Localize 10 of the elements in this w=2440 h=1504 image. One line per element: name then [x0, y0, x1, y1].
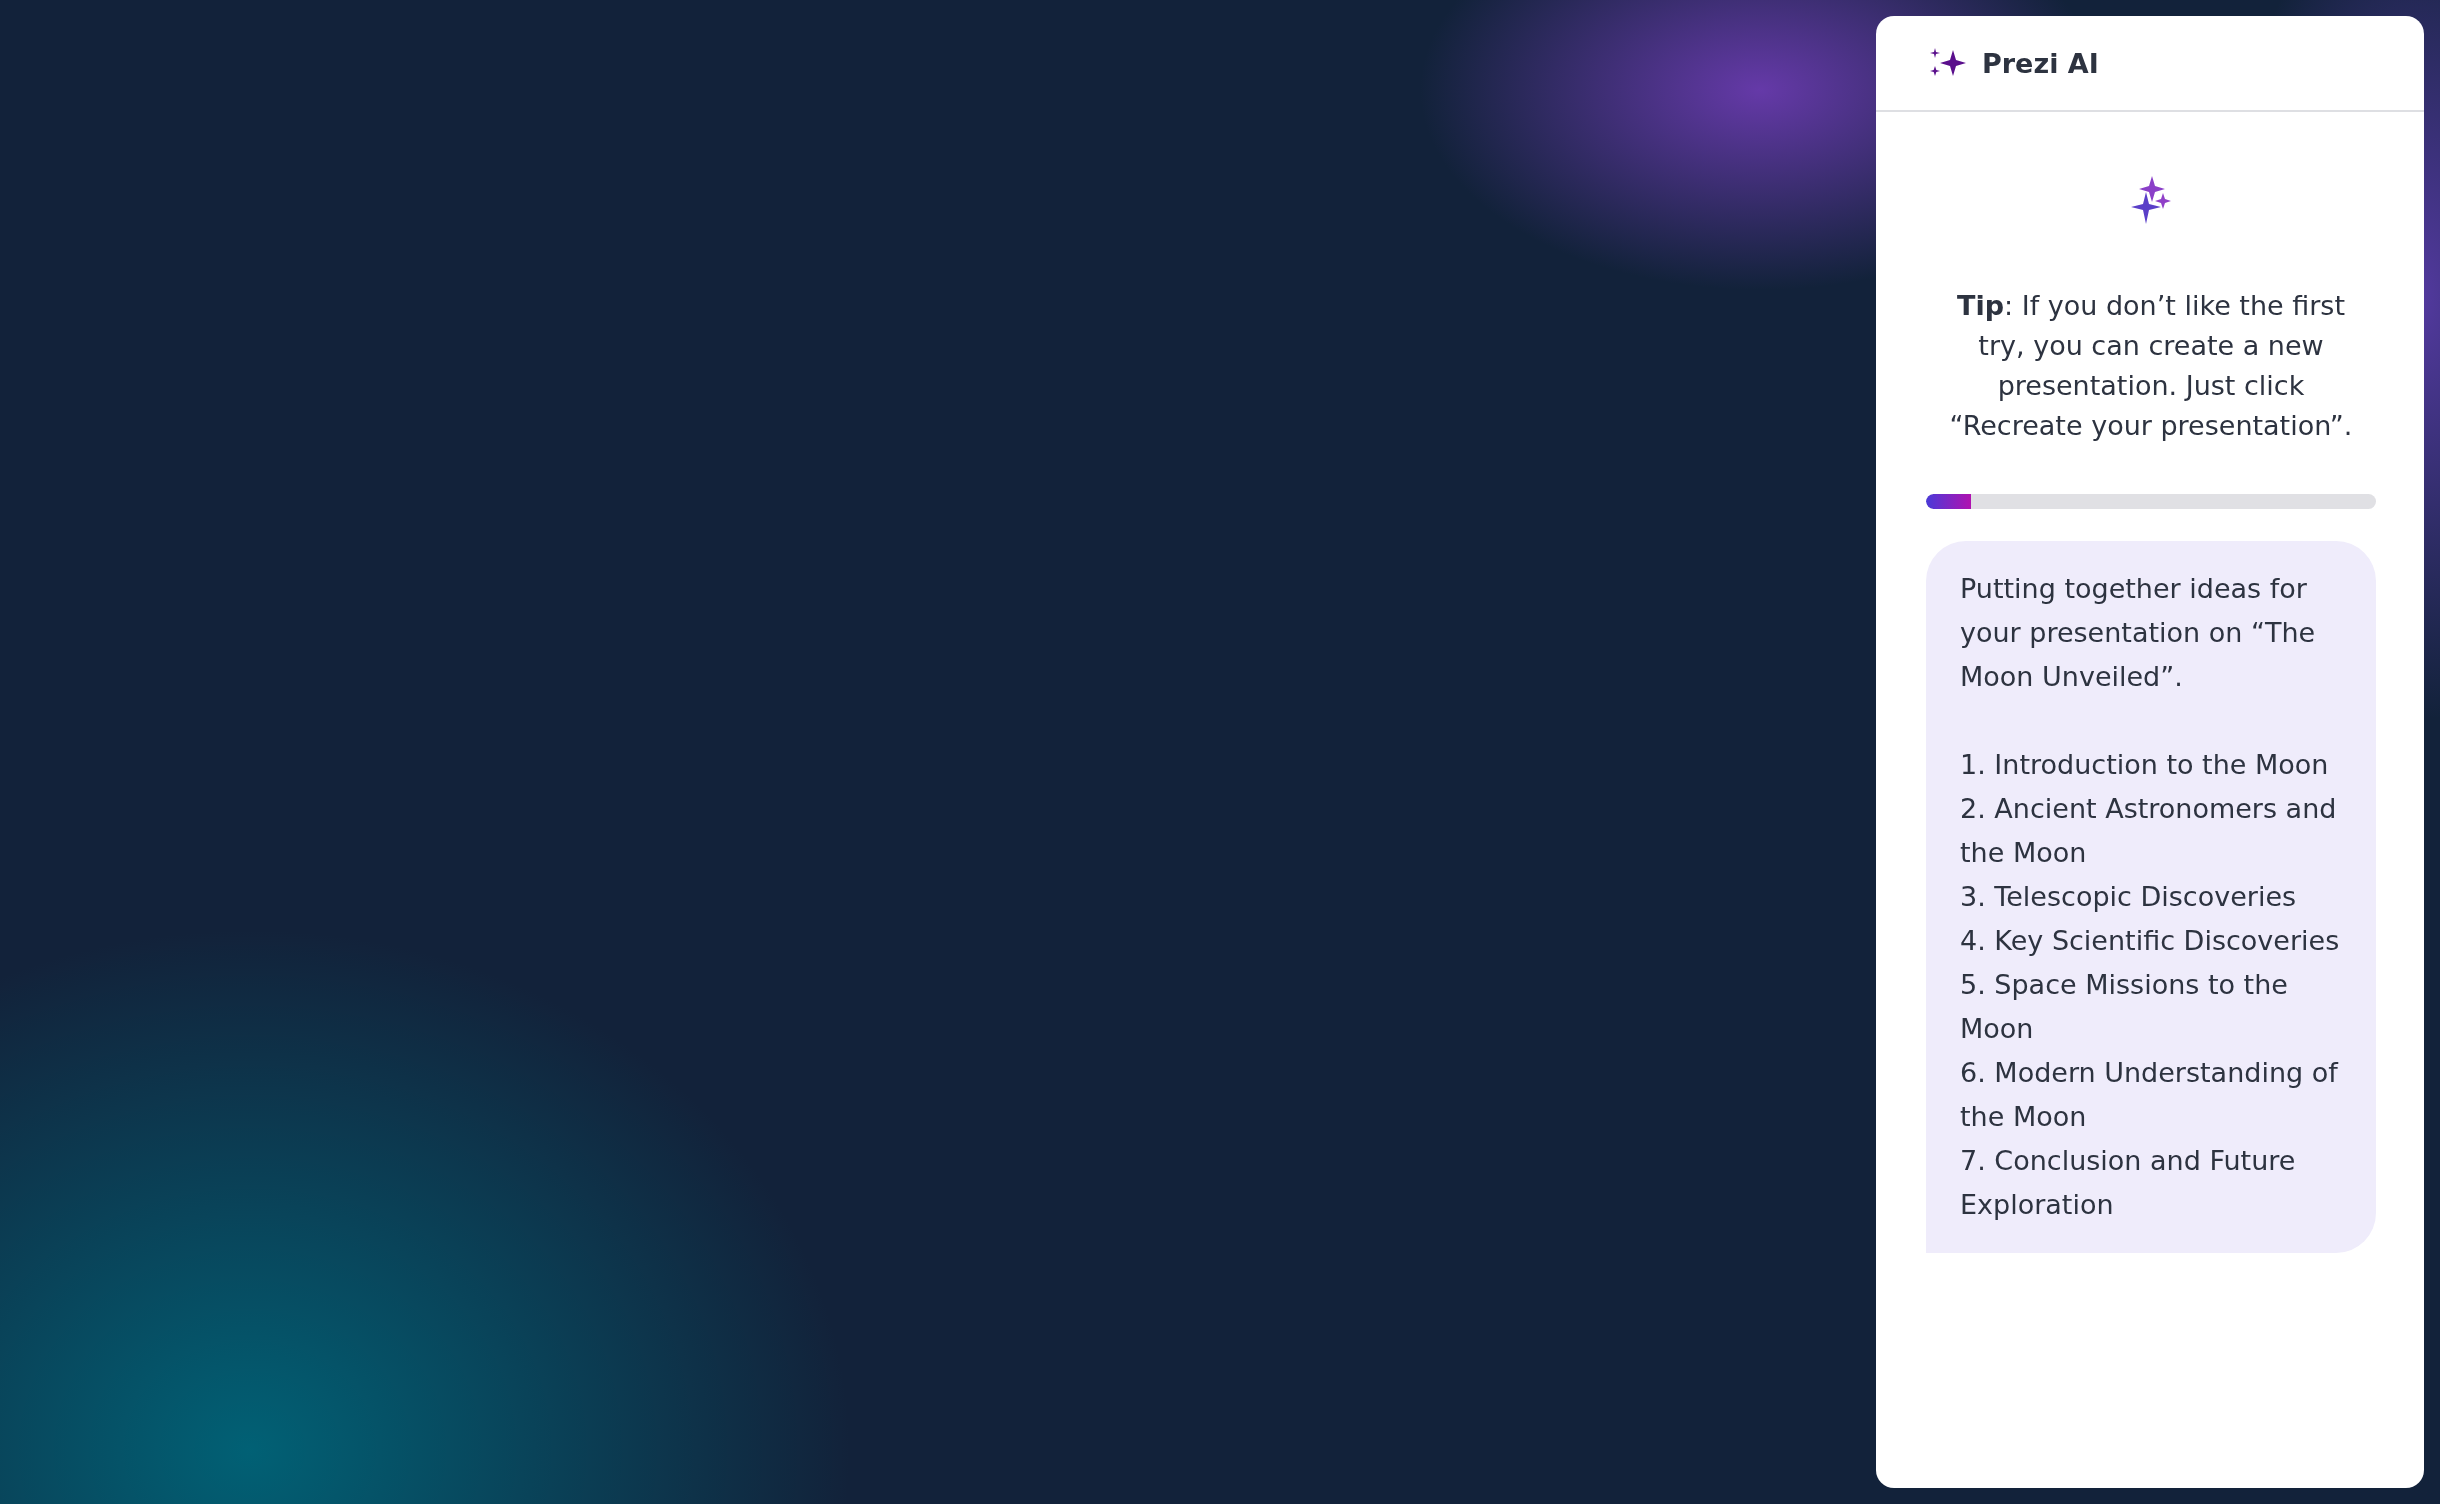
panel-title: Prezi AI [1982, 47, 2099, 79]
outline-item: 6. Modern Understanding of the Moon [1960, 1056, 2340, 1134]
outline-item: 5. Space Missions to the Moon [1960, 968, 2289, 1046]
message-text: Putting together ideas for your presentation on “The Moon Unveiled”. [1960, 572, 2317, 694]
tip-text: Tip: If you don’t like the first try, you can create a new presentation. Just click “Recreate your presentation”. [1948, 289, 2354, 443]
outline-item: 7. Conclusion and Future Exploration [1960, 1144, 2297, 1222]
outline-item: 3. Telescopic Discoveries [1960, 880, 2298, 914]
outline-item: 4. Key Scientific Discoveries [1960, 924, 2341, 958]
outline-item: 1. Introduction to the Moon [1960, 748, 2330, 782]
outline-item: 2. Ancient Astronomers and the Moon [1960, 792, 2338, 870]
